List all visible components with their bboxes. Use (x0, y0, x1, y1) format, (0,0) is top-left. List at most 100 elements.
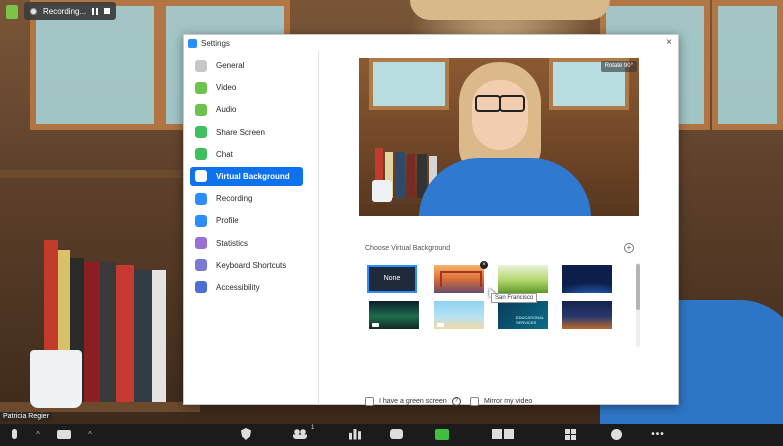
background-thumb-educational[interactable]: EDUCATIONAL SERVICES (498, 301, 548, 329)
participants-icon (293, 429, 307, 439)
sidebar-item-label: Accessibility (216, 282, 260, 292)
camera-icon (57, 429, 71, 439)
keyboard-icon (195, 259, 207, 272)
background-thumb-grass[interactable] (498, 265, 548, 293)
smiley-icon (610, 428, 622, 440)
sidebar-item-recording[interactable]: Recording (190, 189, 303, 208)
mirror-video-checkbox[interactable] (470, 397, 479, 406)
sidebar-item-audio[interactable]: Audio (190, 100, 303, 119)
record-button[interactable] (490, 427, 516, 441)
sidebar-item-profile[interactable]: Profile (190, 211, 303, 230)
sidebar-item-label: Video (216, 83, 237, 93)
pause-stop-icon (492, 429, 514, 439)
book (84, 262, 100, 402)
sidebar-item-virtual-background[interactable]: Virtual Background (190, 166, 303, 186)
stop-recording-icon[interactable] (104, 8, 111, 14)
chat-icon (195, 148, 207, 161)
background-thumb-aurora[interactable] (369, 301, 419, 329)
green-screen-option: I have a green screen ? (365, 397, 461, 406)
mirror-video-label: Mirror my video (484, 398, 533, 405)
background-thumb-city[interactable] (562, 301, 612, 329)
participant-name-label: Patricia Regier (0, 412, 52, 421)
reactions-button[interactable] (608, 427, 624, 441)
settings-dialog: Settings × General Video Audio Share Screen… (183, 34, 679, 406)
sidebar-item-share-screen[interactable]: Share Screen (190, 123, 303, 142)
preview-book (395, 152, 405, 198)
participants-button[interactable] (292, 427, 308, 441)
pause-recording-icon[interactable] (92, 7, 99, 15)
preview-glasses (473, 95, 527, 112)
chat-bubble-icon (389, 429, 403, 439)
shield-icon (241, 428, 251, 440)
sidebar-item-accessibility[interactable]: Accessibility (190, 278, 303, 297)
book (100, 262, 116, 402)
share-screen-button[interactable] (434, 427, 450, 441)
sidebar-item-label: Recording (216, 194, 253, 204)
background-thumb-none[interactable]: None (367, 265, 417, 293)
mug (30, 350, 82, 408)
preview-body (419, 158, 591, 216)
sidebar-item-label: Audio (216, 105, 237, 115)
zoom-app-icon (188, 38, 197, 48)
gear-icon (195, 59, 207, 72)
accessibility-icon (195, 281, 207, 294)
sidebar-item-keyboard-shortcuts[interactable]: Keyboard Shortcuts (190, 256, 303, 275)
sidebar-item-label: Profile (216, 216, 239, 226)
book (134, 270, 152, 402)
recording-label: Recording... (43, 6, 87, 16)
sidebar-item-video[interactable]: Video (190, 78, 303, 97)
background-thumbnail-grid: None × EDUCATIONAL SERVICES San Francisc… (367, 261, 640, 347)
shelf (0, 170, 200, 178)
security-button[interactable] (238, 427, 254, 441)
security-badge-icon (6, 4, 18, 19)
polls-button[interactable] (347, 427, 363, 441)
video-background-icon (372, 323, 379, 327)
bar-chart-icon (349, 428, 361, 440)
sidebar-item-chat[interactable]: Chat (190, 145, 303, 164)
add-background-button[interactable]: + (624, 243, 634, 253)
background-thumb-earth[interactable] (562, 265, 612, 293)
apps-button[interactable] (562, 427, 578, 441)
green-screen-checkbox[interactable] (365, 397, 374, 406)
share-screen-icon (435, 428, 449, 440)
chevron-up-icon: ^ (88, 429, 92, 439)
record-dot-icon (30, 7, 37, 15)
dialog-title: Settings (201, 38, 230, 48)
stop-video-button[interactable] (56, 427, 72, 441)
virtual-background-panel: Rotate 90° Choose Virtual Background + N… (319, 51, 679, 406)
thumbnail-tooltip: San Francisco (491, 293, 538, 303)
sidebar-item-statistics[interactable]: Statistics (190, 234, 303, 253)
settings-sidebar: General Video Audio Share Screen Chat Virtual… (184, 51, 319, 405)
delete-background-button[interactable]: × (480, 261, 488, 269)
help-icon[interactable]: ? (451, 397, 461, 406)
background-thumb-san-francisco[interactable] (434, 265, 484, 293)
headphones-icon (195, 103, 207, 116)
preview-face (472, 80, 528, 150)
mute-button[interactable] (6, 427, 22, 441)
more-button[interactable]: ••• (648, 427, 668, 441)
recording-indicator: Recording... (24, 2, 117, 20)
sidebar-item-label: Statistics (216, 238, 249, 248)
dialog-titlebar: Settings (184, 35, 678, 51)
sidebar-item-general[interactable]: General (190, 56, 303, 75)
meeting-toolbar: ^ ^ 1 ••• (0, 424, 783, 446)
background-thumb-beach[interactable] (434, 301, 484, 329)
chat-button[interactable] (388, 427, 404, 441)
video-preview: Rotate 90° (359, 58, 639, 216)
microphone-icon (11, 429, 17, 439)
preview-cabinet (369, 58, 449, 110)
video-icon (195, 81, 207, 94)
person-icon (195, 170, 207, 183)
audio-options-button[interactable]: ^ (30, 427, 46, 441)
preview-mug (372, 180, 392, 202)
close-button[interactable]: × (666, 37, 672, 48)
rotate-90-button[interactable]: Rotate 90° (600, 61, 637, 72)
preview-book (407, 154, 415, 198)
video-options-button[interactable]: ^ (82, 427, 98, 441)
share-screen-icon (195, 126, 207, 139)
sidebar-item-label: Chat (216, 149, 233, 159)
chevron-up-icon: ^ (36, 429, 40, 439)
thumbnail-scrollbar-thumb[interactable] (636, 264, 640, 310)
record-icon (195, 192, 207, 205)
sidebar-item-label: Share Screen (216, 127, 265, 137)
